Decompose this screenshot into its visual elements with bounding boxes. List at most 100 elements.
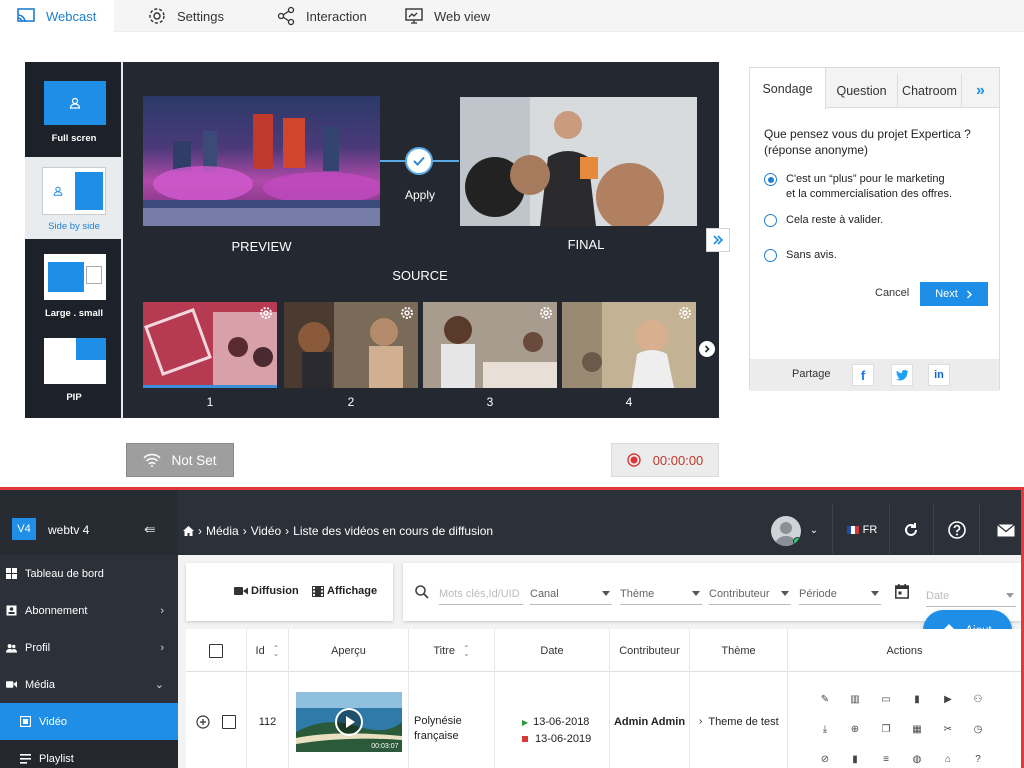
- poll-option-2[interactable]: Cela reste à valider.: [764, 213, 883, 228]
- layout-full-screen[interactable]: Full scren: [25, 62, 123, 144]
- play-action-icon[interactable]: ▶: [941, 692, 955, 706]
- breadcrumb-media[interactable]: Média: [206, 524, 239, 538]
- apply-button[interactable]: [405, 147, 433, 175]
- contributeur-select[interactable]: Contributeur: [709, 583, 791, 605]
- sidebar-item-playlist[interactable]: Playlist: [0, 740, 178, 768]
- expand-row-icon[interactable]: [196, 714, 210, 729]
- option-text: Sans avis.: [786, 249, 837, 261]
- tab-settings[interactable]: Settings: [147, 0, 224, 32]
- source-thumbnail-2[interactable]: [284, 302, 418, 388]
- layout-side-by-side[interactable]: Side by side: [25, 157, 123, 239]
- layout-pip[interactable]: PIP: [25, 330, 123, 412]
- row-title[interactable]: Polynésie française: [409, 672, 495, 768]
- source-thumbnail-4[interactable]: [562, 302, 696, 388]
- home-icon[interactable]: [183, 526, 194, 536]
- refresh-button[interactable]: [898, 512, 924, 548]
- source-thumbnail-3[interactable]: [423, 302, 557, 388]
- chevron-down-icon[interactable]: ⌄: [806, 512, 822, 548]
- globe-icon[interactable]: ◍: [910, 752, 924, 766]
- link-icon[interactable]: ⊘: [818, 752, 832, 766]
- help-action-icon[interactable]: ?: [971, 752, 985, 766]
- poll-option-3[interactable]: Sans avis.: [764, 248, 837, 263]
- row-checkbox[interactable]: [222, 714, 236, 729]
- calendar-icon[interactable]: [895, 584, 909, 599]
- column-date: Date: [495, 629, 610, 672]
- subtitles-icon[interactable]: ▭: [879, 692, 893, 706]
- expand-panel-button[interactable]: [706, 228, 730, 252]
- gear-icon[interactable]: [539, 306, 553, 320]
- breadcrumb-video[interactable]: Vidéo: [251, 524, 281, 538]
- more-tabs-button[interactable]: »: [962, 74, 999, 108]
- sidebar-item-profil[interactable]: Profil ›: [0, 629, 178, 666]
- sidebar-item-tableau-de-bord[interactable]: Tableau de bord: [0, 555, 178, 592]
- gear-icon[interactable]: [678, 306, 692, 320]
- record-button[interactable]: 00:00:00: [611, 443, 719, 477]
- column-titre[interactable]: Titre ⌃ ⌄: [409, 629, 495, 672]
- radio-button[interactable]: [764, 249, 777, 262]
- column-label: Date: [540, 644, 564, 657]
- edit-icon[interactable]: ✎: [818, 692, 832, 706]
- canal-select[interactable]: Canal: [530, 583, 612, 605]
- timer-icon[interactable]: ◷: [971, 722, 985, 736]
- upload-action-icon[interactable]: ⊕: [848, 722, 862, 736]
- diffusion-button[interactable]: Diffusion: [234, 585, 299, 597]
- people-icon[interactable]: ⚇: [971, 692, 985, 706]
- poll-option-1[interactable]: C'est un “plus” pour le marketing et la c…: [764, 172, 952, 202]
- linkedin-icon[interactable]: in: [928, 364, 950, 386]
- sidebar-item-abonnement[interactable]: Abonnement ›: [0, 592, 178, 629]
- source-thumbnail-1[interactable]: [143, 302, 277, 388]
- wifi-icon: [143, 453, 162, 467]
- final-video[interactable]: [460, 97, 697, 226]
- messages-button[interactable]: [993, 512, 1019, 548]
- video-thumbnail[interactable]: 00:03:07: [295, 691, 402, 752]
- download-icon[interactable]: ⤓: [818, 722, 832, 736]
- twitter-button[interactable]: [891, 364, 913, 386]
- column-theme: Thème: [690, 629, 788, 672]
- apply-label: Apply: [404, 188, 436, 202]
- preview-label: PREVIEW: [231, 239, 292, 254]
- preview-video[interactable]: [143, 96, 380, 226]
- scissors-icon[interactable]: ✂: [941, 722, 955, 736]
- select-all-checkbox[interactable]: [209, 643, 223, 658]
- sidebar-item-video[interactable]: Vidéo: [0, 703, 178, 740]
- diffusion-label: Diffusion: [251, 585, 299, 597]
- tab-chatroom[interactable]: Chatroom: [898, 74, 962, 108]
- play-icon[interactable]: [334, 707, 364, 737]
- radio-button-checked[interactable]: [764, 173, 777, 186]
- facebook-icon[interactable]: f: [852, 364, 874, 386]
- layout-large-small[interactable]: Large . small: [25, 242, 123, 324]
- qr-icon[interactable]: ▦: [910, 722, 924, 736]
- trash-icon[interactable]: ▮: [848, 752, 862, 766]
- stats-icon[interactable]: ▮: [910, 692, 924, 706]
- playlist-add-icon[interactable]: ≡: [879, 752, 893, 766]
- tab-webcast[interactable]: Webcast: [0, 0, 114, 32]
- help-button[interactable]: [944, 512, 970, 548]
- copy-icon[interactable]: ❐: [879, 722, 893, 736]
- tab-question[interactable]: Question: [826, 74, 898, 108]
- language-selector[interactable]: FR: [842, 512, 882, 548]
- list-icon[interactable]: ▥: [848, 692, 862, 706]
- gear-icon[interactable]: [400, 306, 414, 320]
- cancel-button[interactable]: Cancel: [875, 287, 909, 299]
- column-id[interactable]: Id ⌃ ⌄: [247, 629, 289, 672]
- sidebar-item-media[interactable]: Média ⌄: [0, 666, 178, 703]
- periode-select[interactable]: Période: [799, 583, 881, 605]
- sources-next-button[interactable]: [699, 341, 715, 357]
- tab-interaction[interactable]: Interaction: [276, 0, 367, 32]
- breadcrumb-separator: ›: [285, 524, 290, 538]
- tab-sondage[interactable]: Sondage: [750, 68, 826, 109]
- theme-select[interactable]: Thème: [620, 583, 702, 605]
- radio-button[interactable]: [764, 214, 777, 227]
- gear-icon[interactable]: [259, 306, 273, 320]
- row-dates: ▶ 13-06-2018 13-06-2019: [495, 672, 610, 768]
- next-button[interactable]: Next: [920, 282, 988, 306]
- avatar[interactable]: [771, 516, 801, 546]
- search-input[interactable]: Mots clés,Id/UID: [439, 583, 523, 605]
- affichage-button[interactable]: Affichage: [312, 585, 377, 597]
- date-select[interactable]: Date: [926, 585, 1016, 607]
- home-action-icon[interactable]: ⌂: [941, 752, 955, 766]
- collapse-sidebar-icon[interactable]: ⇚: [144, 521, 156, 538]
- select-all-cell: [186, 629, 247, 672]
- stream-status-button[interactable]: Not Set: [126, 443, 234, 477]
- tab-web-view[interactable]: Web view: [404, 0, 490, 32]
